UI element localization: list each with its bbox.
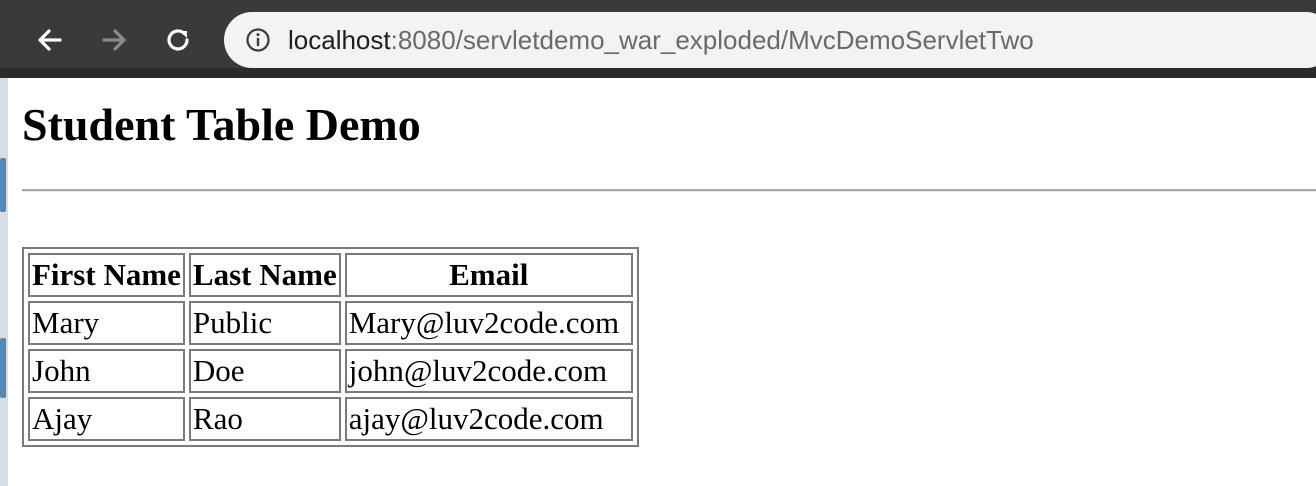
column-header-last-name: Last Name [188,253,341,297]
forward-button[interactable] [96,22,132,58]
cell-last-name: Rao [188,397,341,441]
edge-marker [0,338,6,398]
table-row: John Doe john@luv2code.com [28,349,633,393]
horizontal-rule [22,189,1316,192]
table-row: Ajay Rao ajay@luv2code.com [28,397,633,441]
cell-last-name: Doe [188,349,341,393]
arrow-right-icon [100,26,128,54]
left-window-edge [0,78,8,486]
cell-last-name: Public [188,301,341,345]
reload-icon [163,25,193,55]
cell-email: john@luv2code.com [344,349,633,393]
student-table: First Name Last Name Email Mary Public M… [22,247,639,447]
url-path: :8080/servletdemo_war_exploded/MvcDemoSe… [390,24,1034,55]
cell-email: Mary@luv2code.com [344,301,633,345]
url-host: localhost [288,24,391,55]
address-bar[interactable]: localhost:8080/servletdemo_war_exploded/… [224,12,1316,68]
table-row: Mary Public Mary@luv2code.com [28,301,633,345]
back-button[interactable] [32,22,68,58]
browser-toolbar: localhost:8080/servletdemo_war_exploded/… [0,0,1316,78]
reload-button[interactable] [160,22,196,58]
page-title: Student Table Demo [22,99,421,150]
cell-first-name: Mary [28,301,185,345]
cell-first-name: Ajay [28,397,185,441]
page-content: Student Table Demo First Name Last Name … [22,78,1316,486]
table-header-row: First Name Last Name Email [28,253,633,297]
column-header-first-name: First Name [28,253,185,297]
toolbar-divider [0,68,1316,78]
url-text: localhost:8080/servletdemo_war_exploded/… [288,25,1034,56]
arrow-left-icon [36,26,64,54]
cell-email: ajay@luv2code.com [344,397,633,441]
cell-first-name: John [28,349,185,393]
info-icon[interactable] [244,26,272,54]
edge-marker [0,158,6,212]
column-header-email: Email [344,253,633,297]
